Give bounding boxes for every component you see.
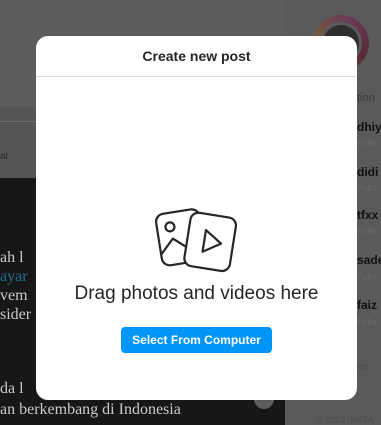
background-feed-line: vem — [0, 287, 28, 304]
background-help-link: elp — [357, 361, 370, 371]
background-footer: © 2022 INSTA — [316, 415, 374, 425]
background-user-sub: Follo — [357, 183, 377, 193]
background-feed-line: an berkembang di Indonesia — [0, 401, 181, 418]
background-user-name: faiz — [357, 298, 378, 312]
background-user-name: didi — [357, 165, 379, 179]
modal-title: Create new post — [142, 48, 251, 64]
background-feed-line: ah l — [0, 249, 24, 266]
drag-instructions: Drag photos and videos here — [74, 283, 319, 304]
background-user-sub: Follo — [357, 317, 377, 327]
background-feed-line: sider — [0, 306, 32, 323]
background-user-sub: Follo — [357, 226, 377, 236]
background-feed-line: ayar — [0, 268, 28, 285]
background-user-name: tfxx — [357, 208, 379, 222]
background-left-label: al — [0, 151, 8, 162]
background-feed-line: da l — [0, 380, 24, 397]
modal-body: Drag photos and videos here Select From … — [36, 77, 357, 400]
background-user-sub: Follo — [357, 272, 377, 282]
background-user-name: sade — [357, 253, 381, 267]
background-user-sub: Follo — [357, 138, 377, 148]
background-user-name: dhiy — [357, 120, 381, 134]
photo-video-icon — [154, 208, 238, 273]
create-post-modal: Create new post Drag photos and videos h… — [36, 36, 357, 400]
select-from-computer-button[interactable]: Select From Computer — [121, 327, 272, 353]
background-suggestions-label: tion — [357, 92, 375, 104]
modal-header: Create new post — [36, 36, 357, 77]
